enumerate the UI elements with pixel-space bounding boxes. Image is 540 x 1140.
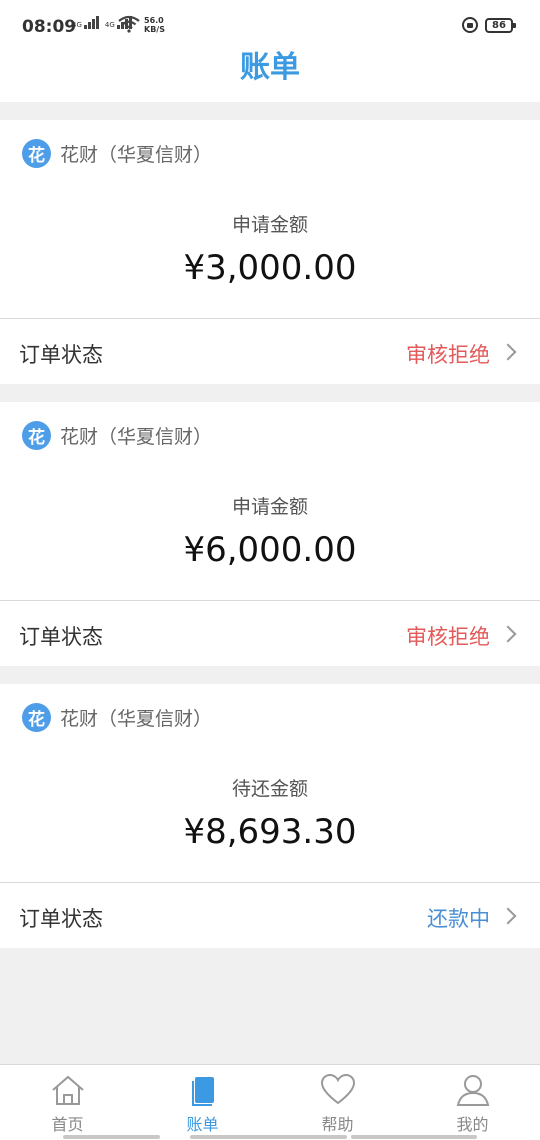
tab-help-label: 帮助 — [321, 1115, 354, 1134]
chevron-right-icon — [499, 343, 517, 361]
bill-card: 花 花财（华夏信财） 申请金额 ¥6,000.00 订单状态 审核拒绝 — [0, 402, 540, 666]
order-status-row[interactable]: 订单状态 还款中 — [0, 883, 540, 948]
order-status-label: 订单状态 — [19, 907, 103, 931]
tab-me-label: 我的 — [456, 1115, 489, 1134]
tab-bills-label: 账单 — [186, 1115, 219, 1134]
status-time: 08:09 — [22, 17, 77, 37]
page-header: 账单 — [0, 48, 540, 102]
network-speed: 56.0 KB/S — [144, 16, 165, 34]
signal-1-icon: 4G — [72, 16, 99, 29]
order-status-row[interactable]: 订单状态 审核拒绝 — [0, 319, 540, 384]
amount-label: 待还金额 — [231, 778, 308, 800]
heart-icon — [320, 1073, 355, 1105]
status-bar: 08:09 4G 4G 56.0 KB/S 86 — [0, 0, 540, 48]
tab-help[interactable]: 帮助 — [270, 1065, 405, 1140]
amount-label: 申请金额 — [231, 214, 308, 236]
bill-card: 花 花财（华夏信财） 待还金额 ¥8,693.30 订单状态 还款中 — [0, 684, 540, 948]
tab-home-label: 首页 — [51, 1115, 84, 1134]
order-status-value: 审核拒绝 — [406, 625, 490, 649]
bank-logo-icon: 花 — [22, 138, 51, 168]
bank-logo-icon: 花 — [22, 420, 51, 450]
bank-row: 花 花财（华夏信财） — [22, 702, 212, 732]
page-title: 账单 — [240, 50, 300, 85]
amount-value: ¥8,693.30 — [183, 812, 357, 852]
nav-indicator — [351, 1135, 477, 1139]
bank-name: 花财（华夏信财） — [60, 143, 213, 166]
nav-indicator — [63, 1135, 160, 1139]
wifi-icon — [118, 15, 140, 33]
user-icon — [456, 1075, 489, 1106]
tab-bills[interactable]: 账单 — [135, 1065, 270, 1140]
home-icon — [51, 1075, 84, 1105]
tab-me[interactable]: 我的 — [405, 1065, 540, 1140]
amount-value: ¥6,000.00 — [183, 530, 357, 570]
tab-home[interactable]: 首页 — [0, 1065, 135, 1140]
bank-name: 花财（华夏信财） — [60, 425, 213, 448]
order-status-row[interactable]: 订单状态 审核拒绝 — [0, 601, 540, 666]
bank-row: 花 花财（华夏信财） — [22, 138, 212, 168]
nav-indicator — [190, 1135, 347, 1139]
bill-icon — [191, 1077, 214, 1106]
bill-card: 花 花财（华夏信财） 申请金额 ¥3,000.00 订单状态 审核拒绝 — [0, 120, 540, 384]
order-status-value: 审核拒绝 — [406, 343, 490, 367]
order-status-label: 订单状态 — [19, 343, 103, 367]
amount-value: ¥3,000.00 — [183, 248, 357, 288]
order-status-value: 还款中 — [427, 907, 490, 931]
bottom-tab-bar: 首页 账单 帮助 我的 — [0, 1064, 540, 1140]
order-status-label: 订单状态 — [19, 625, 103, 649]
amount-label: 申请金额 — [231, 496, 308, 518]
bank-row: 花 花财（华夏信财） — [22, 420, 212, 450]
lock-icon — [462, 17, 478, 33]
chevron-right-icon — [499, 625, 517, 643]
bank-logo-icon: 花 — [22, 702, 51, 732]
chevron-right-icon — [499, 907, 517, 925]
bank-name: 花财（华夏信财） — [60, 707, 213, 730]
battery-icon: 86 — [485, 18, 516, 33]
